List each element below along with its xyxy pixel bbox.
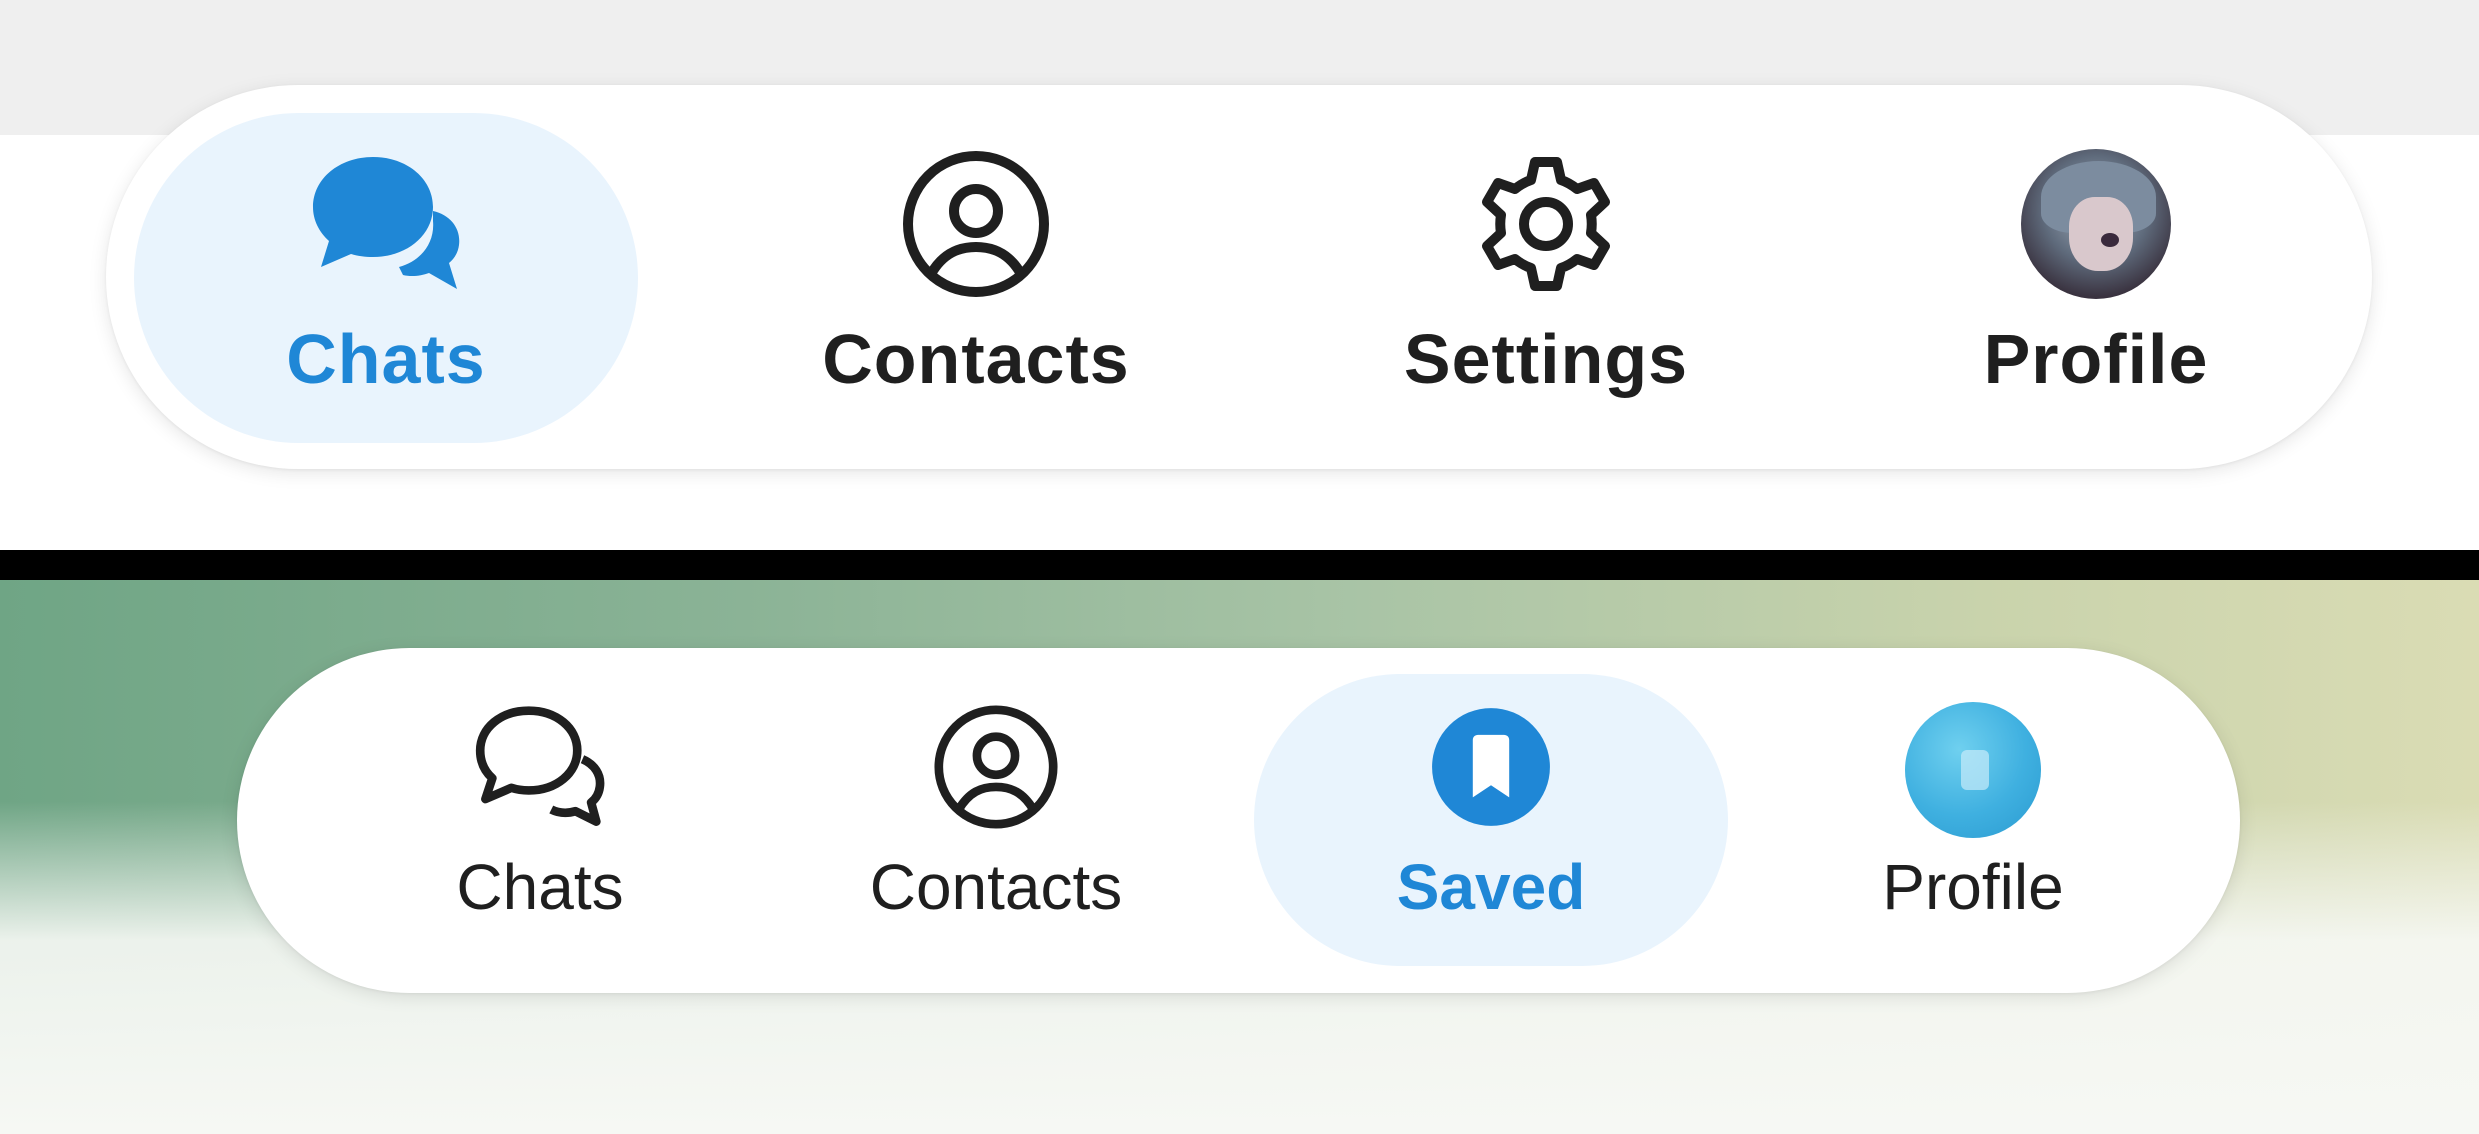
top-tab-bar: Chats Contacts Settings Profile: [106, 85, 2372, 469]
tab-profile[interactable]: Profile: [1946, 149, 2246, 399]
avatar-face: [2069, 197, 2133, 271]
avatar-detail: [1961, 750, 1989, 790]
chat-bubbles-outline-icon: [475, 702, 605, 832]
gear-icon: [1471, 149, 1621, 299]
tab-chats-label: Chats: [286, 320, 486, 398]
tab-contacts-label: Contacts: [869, 851, 1123, 923]
screenshot-divider: [0, 550, 2479, 580]
tab-profile[interactable]: Profile: [1843, 702, 2103, 924]
tab-contacts[interactable]: Contacts: [826, 702, 1166, 924]
avatar: [1905, 702, 2041, 838]
tab-profile-label: Profile: [1983, 320, 2209, 398]
tab-settings-label: Settings: [1403, 320, 1689, 398]
tab-settings[interactable]: Settings: [1366, 149, 1726, 399]
avatar-eye: [2101, 233, 2119, 247]
screenshot-stage: Chats Contacts Settings Profile Chats Co…: [0, 0, 2479, 1134]
chat-bubbles-filled-icon: [311, 149, 461, 299]
bottom-tab-bar: Chats Contacts Saved Profile: [237, 648, 2240, 993]
person-circle-icon: [901, 149, 1051, 299]
tab-chats[interactable]: Chats: [222, 149, 550, 399]
tab-contacts-label: Contacts: [822, 320, 1130, 398]
tab-saved-label: Saved: [1396, 851, 1586, 923]
person-circle-icon: [931, 702, 1061, 832]
tab-chats-label: Chats: [456, 851, 624, 923]
bookmark-circle-icon: [1426, 702, 1556, 832]
tab-profile-label: Profile: [1882, 851, 2064, 923]
top-panel: Chats Contacts Settings Profile: [0, 0, 2479, 550]
tab-saved[interactable]: Saved: [1341, 702, 1641, 924]
tab-chats[interactable]: Chats: [390, 702, 690, 924]
tab-contacts[interactable]: Contacts: [796, 149, 1156, 399]
avatar: [2021, 149, 2171, 299]
